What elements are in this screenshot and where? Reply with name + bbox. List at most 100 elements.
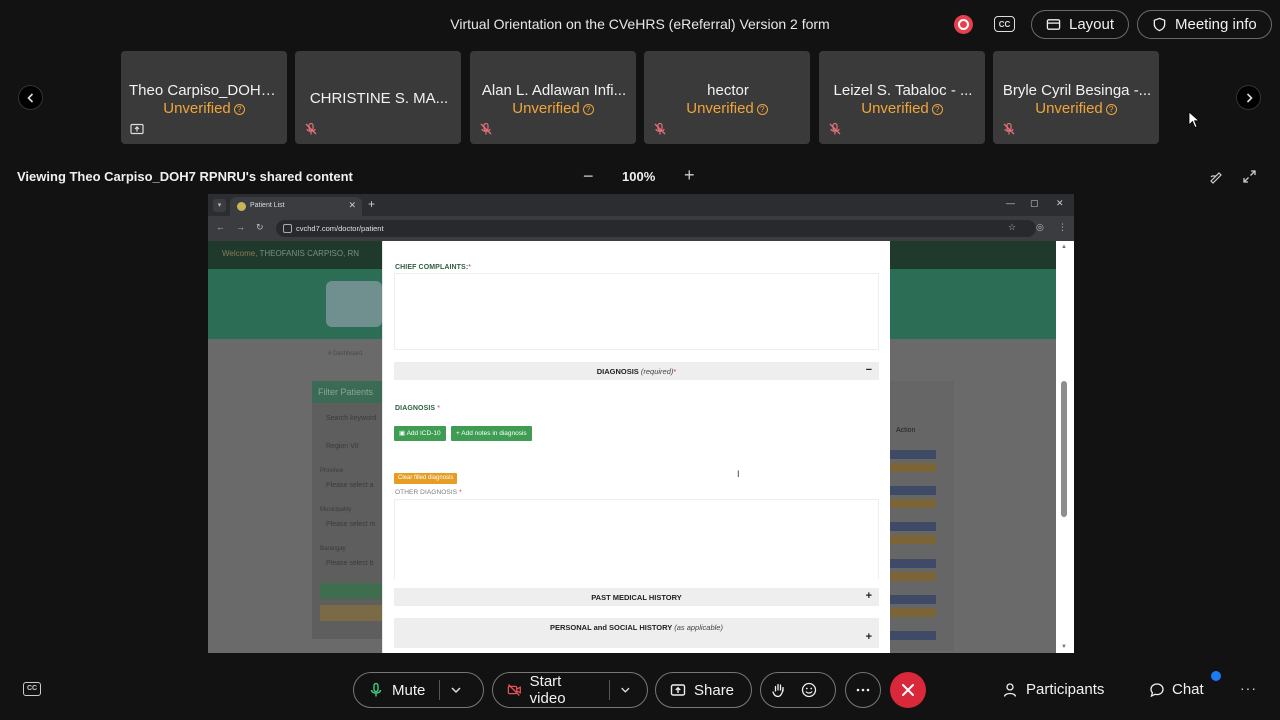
diagnosis-section-title: DIAGNOSIS	[596, 367, 639, 376]
chat-label: Chat	[1172, 681, 1204, 698]
referral-form-modal: CHIEF COMPLAINTS:* DIAGNOSIS (required)*…	[382, 241, 890, 653]
zoom-level: 100%	[622, 169, 656, 184]
chat-notification-badge	[1211, 671, 1221, 681]
layout-icon	[1046, 19, 1061, 30]
start-video-button[interactable]: Start video	[492, 672, 648, 708]
participant-name: CHRISTINE S. MA...	[309, 90, 449, 107]
browser-tab-title: Patient List	[250, 202, 285, 209]
diagnosis-label: DIAGNOSIS *	[395, 405, 441, 412]
breadcrumb: # Dashboard	[328, 351, 363, 357]
microphone-icon	[370, 682, 382, 697]
add-icd10-button: ▣ Add ICD-10	[394, 426, 446, 441]
screen-share-icon	[130, 123, 144, 135]
end-call-button[interactable]	[890, 672, 926, 708]
participants-button[interactable]: Participants	[1003, 681, 1104, 698]
zoom-in-button[interactable]: +	[684, 165, 695, 186]
captions-button[interactable]: CC	[23, 682, 41, 696]
personal-social-history-header: PERSONAL and SOCIAL HISTORY (as applicab…	[394, 618, 879, 648]
filter-field: Please select b	[326, 560, 374, 567]
action-button	[890, 608, 936, 617]
favicon-icon	[237, 202, 246, 211]
banner-illustration	[326, 281, 382, 327]
other-diagnosis-label: OTHER DIAGNOSIS *	[395, 489, 462, 496]
filter-reset-button	[320, 605, 388, 621]
action-column: Action	[890, 381, 954, 651]
chevron-down-icon[interactable]	[618, 682, 633, 698]
mic-muted-icon	[480, 122, 492, 135]
action-button	[890, 463, 936, 472]
text-cursor-icon: I	[737, 469, 740, 479]
page-scrollbar: ▲ ▼	[1056, 241, 1074, 653]
more-options-button[interactable]	[845, 672, 881, 708]
filter-header: Filter Patients	[312, 381, 388, 403]
patient-list-page: Welcome, THEOFANIS CARPISO, RN # Dashboa…	[208, 241, 1056, 653]
share-label: Share	[694, 681, 735, 699]
browser-address-bar: ← → ↻ cvchd7.com/doctor/patient ☆ ◎ ⋮	[208, 216, 1074, 241]
annotate-icon[interactable]	[1209, 169, 1224, 184]
zoom-out-button[interactable]: −	[583, 166, 594, 187]
chat-button[interactable]: Chat	[1149, 681, 1204, 698]
action-button	[890, 450, 936, 459]
filter-label: Province	[320, 468, 344, 474]
meeting-info-button[interactable]: Meeting info	[1137, 10, 1272, 39]
participant-status: Unverified?	[819, 100, 985, 117]
add-notes-button: + Add notes in diagnosis	[451, 426, 532, 441]
user-name: THEOFANIS CARPISO, RN	[259, 249, 360, 258]
collapse-icon: −	[865, 364, 872, 376]
participant-tile[interactable]: Bryle Cyril Besinga -... Unverified?	[993, 51, 1159, 144]
participants-next-button[interactable]	[1236, 85, 1261, 110]
filter-search-button	[320, 583, 388, 599]
recording-icon[interactable]	[954, 15, 973, 34]
expand-section-icon: +	[865, 590, 872, 602]
scroll-down-icon: ▼	[1061, 644, 1067, 650]
mic-muted-icon	[305, 122, 317, 135]
participant-tile[interactable]: Theo Carpiso_DOH7... Unverified?	[121, 51, 287, 144]
chevron-right-icon	[1246, 92, 1253, 103]
hospital-icon: ▣	[399, 430, 407, 437]
browser-tab: Patient List ✕	[230, 197, 362, 216]
participant-name: hector	[707, 82, 749, 99]
closed-captions-button[interactable]: CC	[994, 16, 1015, 32]
participant-tile[interactable]: CHRISTINE S. MA...	[295, 51, 461, 144]
past-medical-history-title: PAST MEDICAL HISTORY	[591, 593, 682, 602]
reaction-icon[interactable]	[801, 682, 817, 698]
past-medical-history-header: PAST MEDICAL HISTORY +	[394, 588, 879, 606]
mute-button[interactable]: Mute	[353, 672, 484, 708]
participant-name: Theo Carpiso_DOH7...	[129, 82, 281, 99]
participant-status: Unverified?	[121, 100, 287, 117]
raise-hand-icon[interactable]	[771, 682, 787, 698]
personal-social-history-title: PERSONAL and SOCIAL HISTORY	[550, 623, 673, 632]
meeting-info-label: Meeting info	[1175, 16, 1257, 33]
participant-tile[interactable]: Leizel S. Tabaloc - ... Unverified?	[819, 51, 985, 144]
browser-menu-icon: ⋮	[1058, 222, 1067, 232]
toolbar-more-button[interactable]: ···	[1240, 680, 1257, 696]
action-button	[890, 631, 936, 640]
diagnosis-section-sub: (required)	[640, 367, 674, 376]
participant-tile[interactable]: hector Unverified?	[644, 51, 810, 144]
mic-muted-icon	[829, 122, 841, 135]
action-button	[890, 535, 936, 544]
filter-field: Region VII	[326, 443, 359, 450]
action-button	[890, 522, 936, 531]
expand-section-icon: +	[865, 631, 872, 643]
profile-icon: ◎	[1036, 222, 1044, 232]
participant-name: Leizel S. Tabaloc - ...	[833, 82, 973, 99]
scrollbar-thumb	[1061, 381, 1067, 517]
share-screen-icon	[670, 684, 686, 696]
maximize-icon: ▢	[1030, 198, 1039, 208]
chevron-down-icon[interactable]	[448, 682, 464, 698]
participants-label: Participants	[1026, 681, 1105, 698]
participant-status: Unverified?	[470, 100, 636, 117]
participants-icon	[1003, 682, 1017, 697]
participants-prev-button[interactable]	[18, 85, 43, 110]
share-button[interactable]: Share	[655, 672, 752, 708]
layout-button[interactable]: Layout	[1031, 10, 1130, 39]
filter-label: Barangay	[320, 546, 346, 552]
expand-icon[interactable]	[1242, 169, 1257, 184]
browser-tab-strip: ▾ Patient List ✕ + — ▢ ✕	[208, 194, 1074, 216]
action-header: Action	[896, 427, 916, 434]
action-button	[890, 559, 936, 568]
participant-tile[interactable]: Alan L. Adlawan Infi... Unverified?	[470, 51, 636, 144]
clear-diagnosis-button: Clear filled diagnosis	[394, 473, 458, 484]
mic-muted-icon	[1003, 122, 1015, 135]
